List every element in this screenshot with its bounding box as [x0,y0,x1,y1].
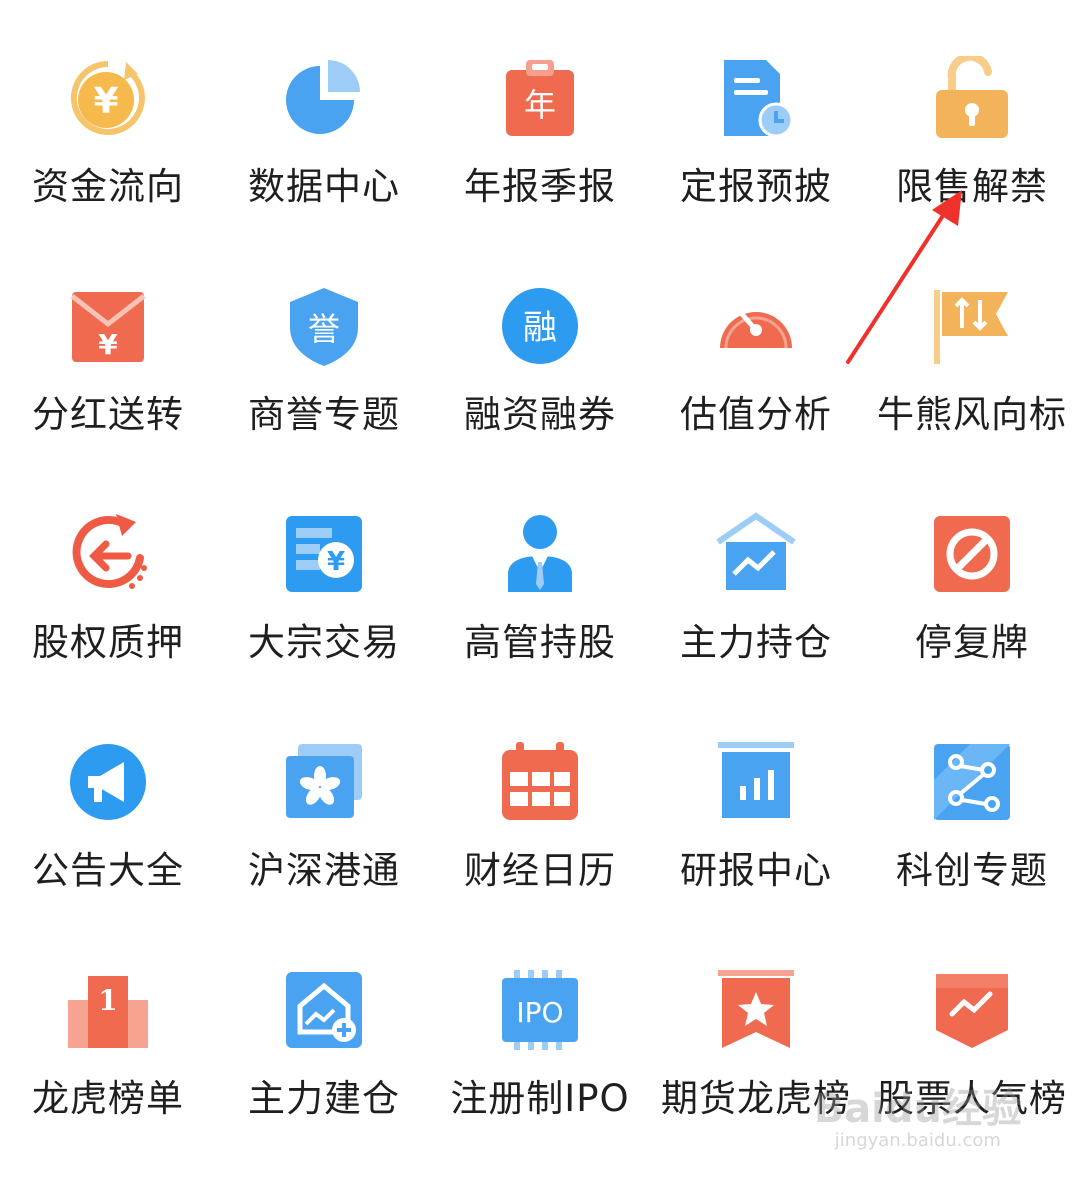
tile-data-center[interactable]: 数据中心 [216,22,432,250]
tile-registration-ipo[interactable]: IPO 注册制IPO [432,934,648,1162]
tile-label: 资金流向 [32,165,184,208]
bar-chart-board-icon [714,740,798,824]
margin-circle-icon: 融 [498,284,582,368]
calendar-icon [498,740,582,824]
tile-valuation[interactable]: 估值分析 [648,250,864,478]
tile-report-forecast[interactable]: 定报预披 [648,22,864,250]
icon-glyph: 誉 [308,310,340,348]
tile-label: 商誉专题 [248,393,400,436]
hk-bauhinia-card-icon [282,740,366,824]
tile-label: 限售解禁 [896,165,1048,208]
icon-glyph: 1 [98,984,117,1017]
trend-banner-icon [930,968,1014,1052]
tile-label: 公告大全 [32,849,184,892]
tile-institutional-holdings[interactable]: 主力持仓 [648,478,864,706]
megaphone-icon [66,740,150,824]
tile-suspension[interactable]: 停复牌 [864,478,1080,706]
svg-text:¥: ¥ [93,81,118,122]
icon-glyph: IPO [516,996,563,1029]
executive-person-icon [498,512,582,596]
pie-chart-icon [282,56,366,140]
tile-research-reports[interactable]: 研报中心 [648,706,864,934]
tile-star-market[interactable]: 科创专题 [864,706,1080,934]
watermark-url: jingyan.baidu.com [834,1130,1001,1151]
house-plus-icon [282,968,366,1052]
tile-label: 大宗交易 [248,621,400,664]
science-network-icon [930,740,1014,824]
icon-glyph: 年 [524,86,556,124]
tile-label: 停复牌 [915,621,1029,664]
gauge-icon [714,284,798,368]
tile-label: 高管持股 [464,621,616,664]
tile-equity-pledge[interactable]: 股权质押 [0,478,216,706]
ipo-chip-icon: IPO [498,968,582,1052]
tile-label: 研报中心 [680,849,832,892]
tile-label: 主力建仓 [248,1077,400,1120]
flag-arrows-icon [930,284,1014,368]
tile-dragon-tiger-list[interactable]: 1 龙虎榜单 [0,934,216,1162]
tile-lock-up-expiry[interactable]: 限售解禁 [864,22,1080,250]
podium-first-icon: 1 [66,968,150,1052]
tile-label: 注册制IPO [450,1077,630,1120]
tile-block-trade[interactable]: ¥ 大宗交易 [216,478,432,706]
tile-institutional-buildup[interactable]: 主力建仓 [216,934,432,1162]
tile-label: 科创专题 [896,849,1048,892]
icon-glyph: 融 [523,308,557,348]
icon-glyph: ¥ [327,547,345,577]
tile-dividends[interactable]: ¥ 分红送转 [0,250,216,478]
tile-announcements[interactable]: 公告大全 [0,706,216,934]
open-padlock-icon [930,56,1014,140]
tile-bull-bear[interactable]: 牛熊风向标 [864,250,1080,478]
tile-label: 主力持仓 [680,621,832,664]
ledger-coin-icon: ¥ [282,512,366,596]
tile-executive-holdings[interactable]: 高管持股 [432,478,648,706]
tile-goodwill[interactable]: 誉 商誉专题 [216,250,432,478]
watermark-title: Baidu经验 [813,1086,1022,1132]
tile-label: 股权质押 [32,621,184,664]
star-banner-icon [714,968,798,1052]
icon-glyph: ¥ [98,328,118,361]
tile-label: 估值分析 [680,393,832,436]
annual-report-clipboard-icon: 年 [498,56,582,140]
tile-label: 龙虎榜单 [32,1077,184,1120]
tile-stock-connect[interactable]: 沪深港通 [216,706,432,934]
feature-grid: ¥ 资金流向 数据中心 年 年报季报 定报预披 限售解禁 ¥ 分红送转 誉 商誉… [0,0,1080,1181]
tile-annual-report[interactable]: 年 年报季报 [432,22,648,250]
tile-label: 分红送转 [32,393,184,436]
tile-fund-flow[interactable]: ¥ 资金流向 [0,22,216,250]
tile-margin-trading[interactable]: 融 融资融券 [432,250,648,478]
house-trend-icon [714,512,798,596]
tile-label: 沪深港通 [248,849,400,892]
document-clock-icon [714,56,798,140]
tile-label: 定报预披 [680,165,832,208]
tile-label: 年报季报 [464,165,616,208]
tile-label: 数据中心 [248,165,400,208]
yuan-coin-icon: ¥ [66,56,150,140]
tile-label: 牛熊风向标 [877,393,1067,436]
shield-badge-icon: 誉 [282,284,366,368]
prohibited-sign-icon [930,512,1014,596]
circular-arrow-icon [66,512,150,596]
tile-label: 融资融券 [464,393,616,436]
tile-label: 财经日历 [464,849,616,892]
red-envelope-icon: ¥ [66,284,150,368]
watermark: Baidu经验 jingyan.baidu.com [814,1087,1022,1151]
tile-financial-calendar[interactable]: 财经日历 [432,706,648,934]
